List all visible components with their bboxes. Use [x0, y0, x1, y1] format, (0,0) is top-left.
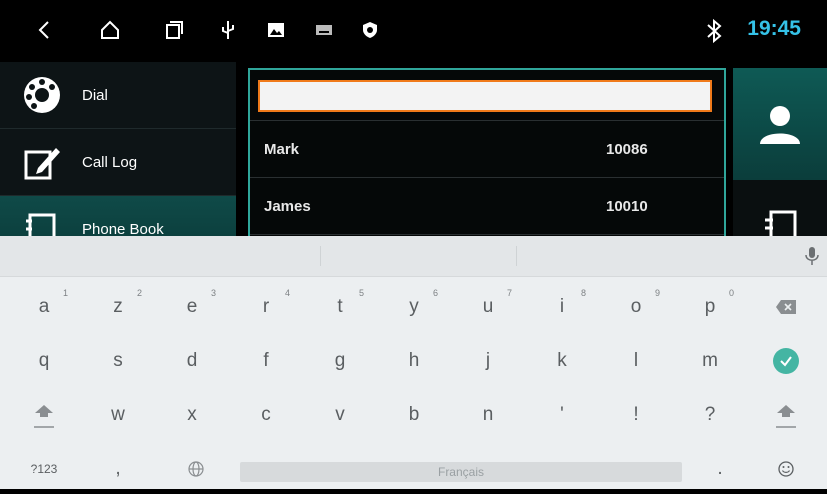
- key-label: y: [409, 296, 419, 317]
- key-hint: 3: [210, 288, 216, 298]
- comma-key[interactable]: ,: [82, 444, 154, 494]
- key-hint: 8: [580, 288, 586, 298]
- shift-key-right[interactable]: [750, 390, 822, 440]
- key-hint: 4: [284, 288, 290, 298]
- rotary-phone-icon: [18, 71, 66, 119]
- key-s[interactable]: s: [82, 336, 154, 386]
- key-n[interactable]: n: [452, 390, 524, 440]
- contact-name: James: [264, 198, 311, 215]
- key-j[interactable]: j: [452, 336, 524, 386]
- key-hint: 0: [728, 288, 734, 298]
- key-z[interactable]: z2: [82, 282, 154, 332]
- key-r[interactable]: r4: [230, 282, 302, 332]
- language-key[interactable]: [160, 444, 232, 494]
- home-icon[interactable]: [96, 16, 124, 44]
- key-g[interactable]: g: [304, 336, 376, 386]
- shield-icon: [356, 16, 384, 44]
- space-bar[interactable]: Français: [240, 462, 682, 482]
- contact-row[interactable]: James 10010: [250, 177, 724, 234]
- key-a[interactable]: a1: [8, 282, 80, 332]
- recents-icon[interactable]: [160, 16, 188, 44]
- key-w[interactable]: w: [82, 390, 154, 440]
- key-apostrophe[interactable]: ': [526, 390, 598, 440]
- key-label: u: [482, 296, 494, 317]
- key-hint: 6: [432, 288, 438, 298]
- key-hint: 5: [358, 288, 364, 298]
- key-d[interactable]: d: [156, 336, 228, 386]
- key-label: r: [262, 296, 270, 317]
- checkmark-icon: [773, 348, 799, 374]
- key-b[interactable]: b: [378, 390, 450, 440]
- key-q[interactable]: q: [8, 336, 80, 386]
- key-label: a: [38, 296, 50, 317]
- suggestion-divider: [320, 246, 321, 266]
- key-hint: 2: [136, 288, 142, 298]
- key-y[interactable]: y6: [378, 282, 450, 332]
- sidebar-item-dial[interactable]: Dial: [0, 62, 236, 129]
- microphone-icon[interactable]: [805, 246, 819, 266]
- sidebar-item-label: Phone Book: [82, 220, 164, 238]
- shift-icon: [34, 405, 54, 428]
- key-hint: 9: [654, 288, 660, 298]
- shift-key-left[interactable]: [8, 390, 80, 440]
- key-exclamation[interactable]: !: [600, 390, 672, 440]
- keyboard-indicator-icon: [310, 16, 338, 44]
- sidebar: Dial Call Log Phone Book: [0, 62, 236, 263]
- key-u[interactable]: u7: [452, 282, 524, 332]
- soft-keyboard: a1 z2 e3 r4 t5 y6 u7 i8 o9 p0 q s d f g …: [0, 236, 827, 489]
- key-t[interactable]: t5: [304, 282, 376, 332]
- key-label: t: [337, 296, 343, 317]
- backspace-key[interactable]: [750, 282, 822, 332]
- sidebar-item-call-log[interactable]: Call Log: [0, 129, 236, 196]
- key-l[interactable]: l: [600, 336, 672, 386]
- emoji-icon: [778, 461, 794, 477]
- key-i[interactable]: i8: [526, 282, 598, 332]
- key-label: e: [186, 296, 198, 317]
- key-o[interactable]: o9: [600, 282, 672, 332]
- key-k[interactable]: k: [526, 336, 598, 386]
- key-h[interactable]: h: [378, 336, 450, 386]
- period-key[interactable]: .: [684, 444, 756, 494]
- key-v[interactable]: v: [304, 390, 376, 440]
- suggestion-divider: [516, 246, 517, 266]
- contact-name: Mark: [264, 141, 300, 158]
- key-m[interactable]: m: [674, 336, 746, 386]
- status-bar: 19:45: [0, 0, 827, 62]
- contact-list-panel: Mark 10086 James 10010: [248, 68, 726, 244]
- key-hint: 1: [62, 288, 68, 298]
- search-input[interactable]: [258, 80, 712, 112]
- sidebar-item-label: Call Log: [82, 153, 138, 171]
- emoji-key[interactable]: [750, 444, 822, 494]
- key-label: o: [630, 296, 642, 317]
- back-icon[interactable]: [30, 16, 58, 44]
- contacts-button[interactable]: [733, 68, 827, 180]
- image-icon: [262, 16, 290, 44]
- key-c[interactable]: c: [230, 390, 302, 440]
- key-p[interactable]: p0: [674, 282, 746, 332]
- usb-icon: [214, 16, 242, 44]
- contact-number: 10086: [606, 141, 648, 158]
- person-icon: [760, 106, 800, 144]
- key-label: i: [559, 296, 565, 317]
- contact-number: 10010: [606, 198, 648, 215]
- key-label: p: [704, 296, 716, 317]
- sidebar-item-label: Dial: [82, 86, 108, 104]
- backspace-icon: [776, 300, 796, 314]
- enter-key[interactable]: [750, 336, 822, 386]
- key-question[interactable]: ?: [674, 390, 746, 440]
- bluetooth-icon: [703, 18, 727, 44]
- right-action-bar: [733, 68, 827, 248]
- key-label: z: [113, 296, 123, 317]
- contact-row[interactable]: Mark 10086: [250, 120, 724, 177]
- key-f[interactable]: f: [230, 336, 302, 386]
- shift-icon: [776, 405, 796, 428]
- symbols-key[interactable]: ?123: [8, 444, 80, 494]
- edit-note-icon: [18, 138, 66, 186]
- key-x[interactable]: x: [156, 390, 228, 440]
- key-e[interactable]: e3: [156, 282, 228, 332]
- suggestion-strip: [0, 236, 827, 277]
- globe-icon: [188, 461, 204, 477]
- key-hint: 7: [506, 288, 512, 298]
- clock: 19:45: [747, 17, 801, 40]
